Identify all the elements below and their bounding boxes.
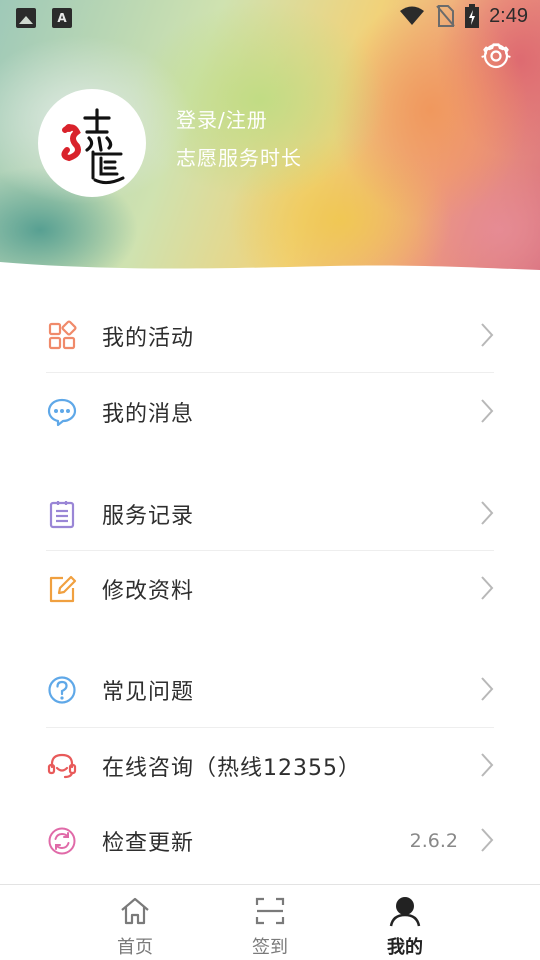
menu-label: 在线咨询（热线12355） [102,756,361,781]
menu-label: 我的消息 [102,402,195,427]
avatar[interactable] [38,89,146,197]
no-sim-icon [436,5,455,27]
menu-item-edit-profile[interactable]: 修改资料 [0,551,540,625]
chevron-right-icon [481,501,494,525]
image-notification-icon [16,8,36,28]
clipboard-list-icon [49,501,75,529]
status-time: 2:49 [489,4,528,27]
chat-bubble-icon [47,398,77,427]
bottom-nav: 首页 签到 我的 [0,884,540,960]
login-register-link[interactable]: 登录/注册 [176,104,268,133]
version-value: 2.6.2 [409,830,458,852]
edit-icon [49,575,77,603]
status-bar: A 2:49 [0,0,540,36]
chevron-right-icon [481,576,494,600]
font-notification-icon: A [52,8,72,28]
menu-label: 服务记录 [102,504,195,529]
menu-label: 我的活动 [102,326,195,351]
menu-item-my-activities[interactable]: 我的活动 [0,298,540,372]
menu-item-my-messages[interactable]: 我的消息 [0,374,540,448]
headset-icon [47,753,77,779]
chevron-right-icon [481,677,494,701]
person-icon [389,897,421,927]
service-hours-label: 志愿服务时长 [176,146,302,170]
battery-charging-icon [465,4,480,28]
menu-label: 检查更新 [102,831,195,856]
chevron-right-icon [481,399,494,423]
banner-wave [0,262,540,282]
menu-label: 修改资料 [102,579,195,604]
grid-apps-icon [48,320,77,350]
scan-icon [255,897,285,925]
chevron-right-icon [481,323,494,347]
home-icon [121,897,149,925]
wifi-icon [400,6,425,25]
chevron-right-icon [481,828,494,852]
chevron-right-icon [481,753,494,777]
question-icon [48,676,76,704]
menu-item-service-records[interactable]: 服务记录 [0,476,540,550]
settings-gear-icon[interactable] [480,40,512,72]
volunteer-logo-icon [61,108,125,185]
refresh-icon [48,827,76,855]
menu-item-online-consult[interactable]: 在线咨询（热线12355） [0,728,540,802]
nav-label: 我的 [387,937,423,958]
nav-label: 签到 [252,937,288,958]
nav-label: 首页 [117,937,153,958]
divider [46,372,494,373]
menu-item-faq[interactable]: 常见问题 [0,652,540,726]
nav-tab-mine[interactable]: 我的 [355,885,455,960]
menu-label: 常见问题 [102,680,195,705]
nav-tab-checkin[interactable]: 签到 [220,885,320,960]
nav-tab-home[interactable]: 首页 [85,885,185,960]
menu-item-check-update[interactable]: 检查更新 2.6.2 [0,803,540,877]
